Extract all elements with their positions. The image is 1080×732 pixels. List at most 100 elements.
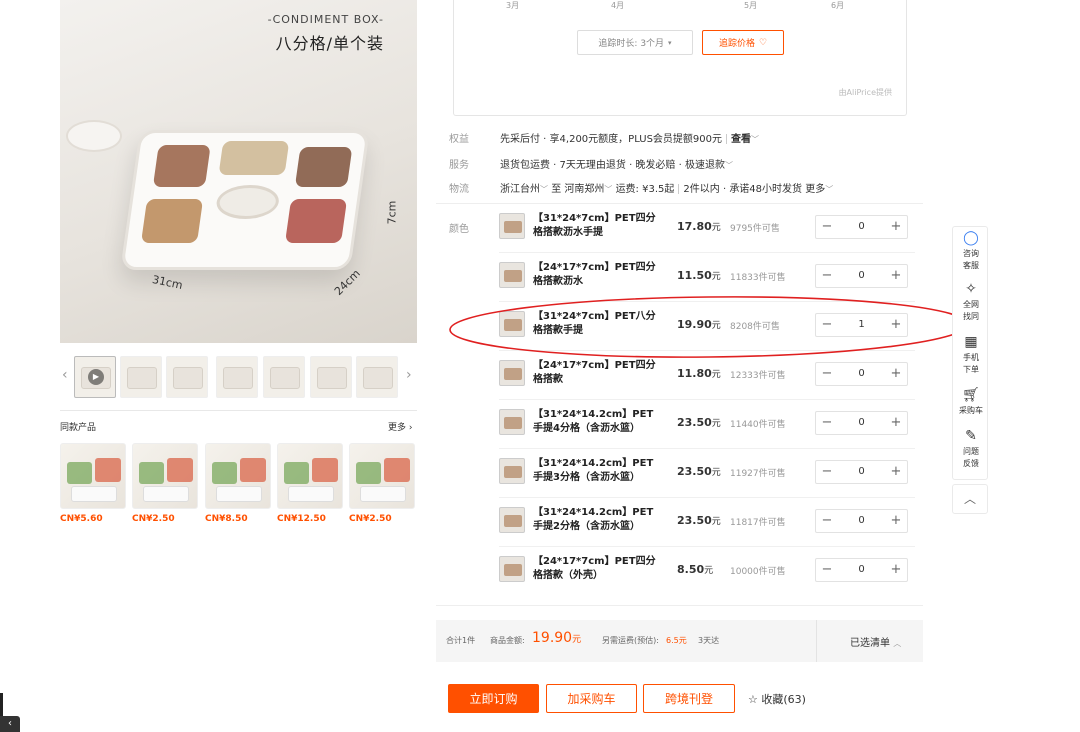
chevron-up-icon: ︿ [963, 492, 976, 506]
sku-price: 23.50元 [677, 416, 721, 429]
sku-row: 【24*17*7cm】PET四分格搭款（外壳） 8.50元 10000件可售 −… [499, 546, 915, 595]
find-same-button[interactable]: ✧ 全网找同款 [953, 281, 989, 323]
price-trend-panel: 3月 4月 5月 6月 追踪时长: 3个月 ▾ 追踪价格 ♡ 由AliPrice… [453, 0, 907, 116]
freight-amount: 6.5元 [666, 636, 687, 645]
plus-icon[interactable]: + [885, 265, 907, 287]
add-to-cart-button[interactable]: 加采购车 [546, 684, 637, 713]
sku-thumbnail[interactable] [499, 458, 525, 484]
minus-icon[interactable]: − [816, 265, 838, 287]
similar-more-link[interactable]: 更多 › [388, 420, 412, 433]
plus-icon[interactable]: + [885, 363, 907, 385]
similar-price: CN¥12.50 [277, 514, 326, 524]
thumb-prev-icon[interactable]: ‹ [62, 367, 68, 383]
similar-price: CN¥2.50 [349, 514, 392, 524]
sku-thumbnail[interactable] [499, 262, 525, 288]
thumbnail-3[interactable] [166, 356, 208, 398]
minus-icon[interactable]: − [816, 510, 838, 532]
plus-icon[interactable]: + [885, 510, 907, 532]
sku-thumbnail[interactable] [499, 507, 525, 533]
main-product-image[interactable]: -CONDIMENT BOX- 八分格/单个装 31cm 24cm 7cm [60, 0, 417, 343]
minus-icon[interactable]: − [816, 412, 838, 434]
chevron-down-icon: ﹀ [724, 161, 733, 170]
ship-to[interactable]: 河南郑州 [564, 184, 604, 195]
quantity-input[interactable]: 0 [838, 216, 885, 238]
cart-icon: 🛒︎ [962, 387, 980, 403]
cross-border-list-button[interactable]: 跨境刊登 [643, 684, 735, 713]
track-period-select[interactable]: 追踪时长: 3个月 ▾ [577, 30, 693, 55]
similar-product-4[interactable] [277, 443, 343, 509]
buy-now-button[interactable]: 立即订购 [448, 684, 539, 713]
trend-month: 4月 [611, 1, 625, 10]
thumbnail-4[interactable] [216, 356, 258, 398]
summary-count: 合计1件 [446, 636, 476, 645]
minus-icon[interactable]: − [816, 363, 838, 385]
track-price-button[interactable]: 追踪价格 ♡ [702, 30, 784, 55]
purchase-cart-button[interactable]: 🛒︎ 采购车 [953, 387, 989, 417]
similar-price: CN¥5.60 [60, 514, 103, 524]
trend-month: 6月 [831, 1, 845, 10]
feedback-button[interactable]: ✎ 问题反馈 [953, 428, 989, 470]
quantity-input[interactable]: 0 [838, 265, 885, 287]
sku-stock: 10000件可售 [730, 567, 786, 577]
similar-price: CN¥2.50 [132, 514, 175, 524]
phone-order-button[interactable]: ▦ 手机下单 [953, 334, 989, 376]
plus-icon[interactable]: + [885, 216, 907, 238]
star-icon: ☆ [748, 693, 758, 706]
sku-stock: 11817件可售 [730, 518, 786, 528]
delivery-days: 3天达 [698, 636, 720, 645]
sku-thumbnail[interactable] [499, 409, 525, 435]
chevron-down-icon: ﹀ [825, 185, 834, 194]
thumb-next-icon[interactable]: › [406, 367, 412, 383]
similar-product-3[interactable] [205, 443, 271, 509]
plus-icon[interactable]: + [885, 461, 907, 483]
quantity-input[interactable]: 0 [838, 559, 885, 581]
sku-price: 8.50元 [677, 563, 714, 576]
trend-month: 5月 [744, 1, 758, 10]
condiment-box-illustration [120, 130, 370, 270]
quantity-input[interactable]: 0 [838, 412, 885, 434]
sku-thumbnail[interactable] [499, 556, 525, 582]
sku-list-bottom-divider [436, 605, 923, 606]
quantity-stepper: − 0 + [815, 509, 908, 533]
sku-thumbnail[interactable] [499, 213, 525, 239]
sku-row: 【31*24*14.2cm】PET手提4分格（含沥水篮） 23.50元 1144… [499, 399, 915, 448]
minus-icon[interactable]: − [816, 559, 838, 581]
rights-label: 权益 [449, 134, 469, 145]
qrcode-icon: ▦ [964, 334, 978, 350]
thumbnail-7[interactable] [356, 356, 398, 398]
plus-icon[interactable]: + [885, 412, 907, 434]
logistics-more-link[interactable]: 更多 [805, 184, 825, 195]
back-to-top-button[interactable]: ︿ [952, 484, 988, 514]
selected-list-toggle[interactable]: 已选清单 ︿ [850, 634, 901, 649]
logistics-label: 物流 [449, 184, 469, 195]
service-text: 退货包运费 · 7天无理由退货 · 晚发必赔 · 极速退款 [500, 160, 725, 171]
favorite-button[interactable]: ☆ 收藏(63) [748, 691, 806, 707]
quantity-input[interactable]: 0 [838, 510, 885, 532]
quantity-stepper: − 0 + [815, 558, 908, 582]
quantity-input[interactable]: 0 [838, 363, 885, 385]
similar-products-title: 同款产品 [60, 423, 97, 433]
service-value[interactable]: 退货包运费 · 7天无理由退货 · 晚发必赔 · 极速退款﹀ [500, 156, 733, 171]
similar-product-5[interactable] [349, 443, 415, 509]
thumbnail-6[interactable] [310, 356, 352, 398]
plus-icon[interactable]: + [885, 559, 907, 581]
similar-product-2[interactable] [132, 443, 198, 509]
shipping-promise: 承诺48小时发货 [729, 184, 803, 195]
freight-label: 另需运费(预估): [602, 636, 659, 645]
similar-price: CN¥8.50 [205, 514, 248, 524]
thumbnail-2[interactable] [120, 356, 162, 398]
minus-icon[interactable]: − [816, 461, 838, 483]
similar-product-1[interactable] [60, 443, 126, 509]
thumbnail-video[interactable]: ▶ [74, 356, 116, 398]
quantity-stepper: − 0 + [815, 460, 908, 484]
chevron-up-icon: ︿ [893, 639, 902, 648]
consult-service-button[interactable]: ◯ 咨询客服 [953, 230, 989, 272]
collapse-left-button[interactable]: ‹ [0, 716, 20, 732]
puzzle-icon: ✧ [965, 281, 977, 297]
logistics-value: 浙江台州﹀ 至 河南郑州﹀ 运费: ¥3.5起 2件以内 · 承诺48小时发货 更… [500, 184, 834, 195]
rights-view-link[interactable]: 查看 [731, 134, 751, 145]
quantity-input[interactable]: 0 [838, 461, 885, 483]
minus-icon[interactable]: − [816, 216, 838, 238]
thumbnail-5[interactable] [263, 356, 305, 398]
ship-from[interactable]: 浙江台州 [500, 184, 540, 195]
